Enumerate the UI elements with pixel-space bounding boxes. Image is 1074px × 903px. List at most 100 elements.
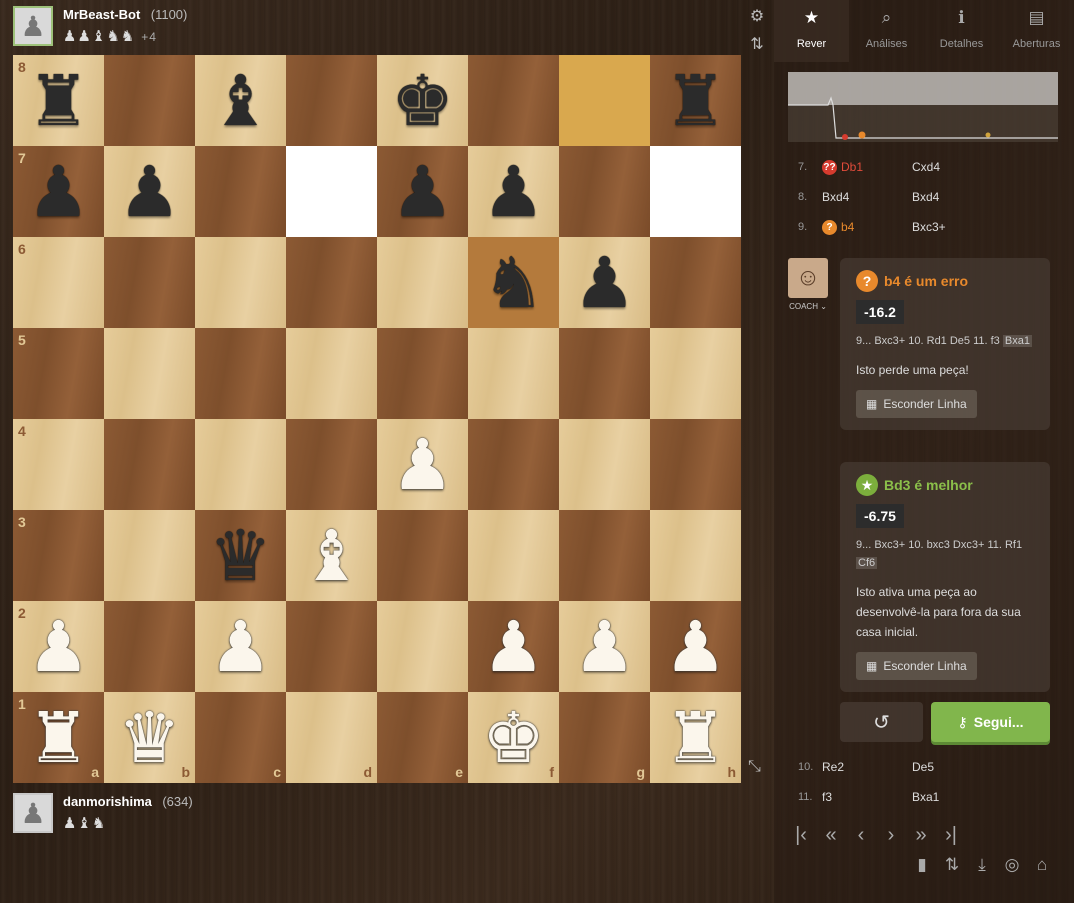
coach[interactable]: ☺ COACH ⌄ [788, 258, 828, 311]
download-icon[interactable]: ⤓ [971, 855, 993, 875]
square-e6[interactable] [377, 237, 468, 328]
opponent-name[interactable]: MrBeast-Bot [63, 7, 140, 22]
square-g6[interactable]: ♟ [559, 237, 650, 328]
rewind-icon[interactable]: « [820, 824, 842, 847]
square-g5[interactable] [559, 328, 650, 419]
square-a8[interactable]: 8 ♜ [13, 55, 104, 146]
square-d1[interactable]: d [286, 692, 377, 783]
black-pawn-icon[interactable]: ♟ [573, 248, 636, 318]
square-e3[interactable] [377, 510, 468, 601]
white-pawn-icon[interactable]: ♟ [27, 612, 90, 682]
white-rook-icon[interactable]: ♜ [27, 703, 90, 773]
tab-rever[interactable]: ★ Rever [774, 0, 849, 62]
square-h6[interactable] [650, 237, 741, 328]
player-avatar[interactable]: ♟ [13, 793, 53, 833]
opponent-avatar[interactable]: ♟ [13, 6, 53, 46]
square-c7[interactable] [195, 146, 286, 237]
white-pawn-icon[interactable]: ♟ [664, 612, 727, 682]
hide-line-button-best[interactable]: ▦ Esconder Linha [856, 652, 977, 680]
square-d8[interactable] [286, 55, 377, 146]
square-h2[interactable]: ♟ [650, 601, 741, 692]
gear-icon[interactable]: ⚙ [748, 6, 766, 26]
square-c6[interactable] [195, 237, 286, 328]
square-c2[interactable]: ♟ [195, 601, 286, 692]
white-queen-icon[interactable]: ♛ [118, 703, 181, 773]
next-move-icon[interactable]: › [880, 824, 902, 847]
tab-aberturas[interactable]: ▤ Aberturas [999, 0, 1074, 62]
square-b5[interactable] [104, 328, 195, 419]
square-b4[interactable] [104, 419, 195, 510]
black-pawn-icon[interactable]: ♟ [482, 157, 545, 227]
square-g8[interactable] [559, 55, 650, 146]
coach-label[interactable]: COACH ⌄ [788, 302, 828, 311]
black-pawn-icon[interactable]: ♟ [27, 157, 90, 227]
black-pawn-icon[interactable]: ♟ [391, 157, 454, 227]
square-d4[interactable] [286, 419, 377, 510]
square-h5[interactable] [650, 328, 741, 419]
black-move[interactable]: Cxd4 [912, 160, 1012, 174]
square-f1[interactable]: f ♚ [468, 692, 559, 783]
square-a3[interactable]: 3 [13, 510, 104, 601]
last-move-icon[interactable]: ›| [940, 824, 962, 847]
square-a2[interactable]: 2 ♟ [13, 601, 104, 692]
square-c5[interactable] [195, 328, 286, 419]
black-move[interactable]: De5 [912, 760, 1012, 774]
square-f6[interactable]: ♞ [468, 237, 559, 328]
white-pawn-icon[interactable]: ♟ [482, 612, 545, 682]
hide-line-button[interactable]: ▦ Esconder Linha [856, 390, 977, 418]
player-name[interactable]: danmorishima [63, 794, 152, 809]
white-pawn-icon[interactable]: ♟ [209, 612, 272, 682]
evaluation-graph[interactable] [788, 72, 1058, 142]
square-f3[interactable] [468, 510, 559, 601]
white-move[interactable]: Re2 [822, 760, 912, 774]
first-move-icon[interactable]: |‹ [790, 824, 812, 847]
bar-chart-icon[interactable]: ▮ [911, 855, 933, 875]
square-f2[interactable]: ♟ [468, 601, 559, 692]
white-bishop-icon[interactable]: ♝ [300, 521, 363, 591]
mistake-line[interactable]: 9... Bxc3+ 10. Rd1 De5 11. f3 Bxa1 [856, 332, 1034, 350]
square-g1[interactable]: g [559, 692, 650, 783]
flip-icon[interactable]: ⇅ [941, 855, 963, 875]
black-rook-icon[interactable]: ♜ [664, 66, 727, 136]
square-e1[interactable]: e [377, 692, 468, 783]
square-e7[interactable]: ♟ [377, 146, 468, 237]
square-g3[interactable] [559, 510, 650, 601]
square-b1[interactable]: b ♛ [104, 692, 195, 783]
tab-análises[interactable]: ⌕ Análises [849, 0, 924, 62]
library-icon[interactable]: ⌂ [1031, 855, 1053, 875]
square-e2[interactable] [377, 601, 468, 692]
square-d3[interactable]: ♝ [286, 510, 377, 601]
white-move[interactable]: ? b4 [822, 219, 912, 235]
black-bishop-icon[interactable]: ♝ [209, 66, 272, 136]
square-g7[interactable] [559, 146, 650, 237]
square-h7[interactable] [650, 146, 741, 237]
square-c1[interactable]: c [195, 692, 286, 783]
square-d7[interactable] [286, 146, 377, 237]
square-f8[interactable] [468, 55, 559, 146]
white-move[interactable]: Bxd4 [822, 190, 912, 204]
prev-move-icon[interactable]: ‹ [850, 824, 872, 847]
black-move[interactable]: Bxc3+ [912, 220, 1012, 234]
square-f7[interactable]: ♟ [468, 146, 559, 237]
retry-button[interactable]: ↺ [840, 702, 923, 742]
square-a5[interactable]: 5 [13, 328, 104, 419]
black-move[interactable]: Bxa1 [912, 790, 1012, 804]
best-line-hl[interactable]: Cf6 [856, 557, 878, 569]
square-a1[interactable]: 1 a ♜ [13, 692, 104, 783]
square-e5[interactable] [377, 328, 468, 419]
square-g2[interactable]: ♟ [559, 601, 650, 692]
black-king-icon[interactable]: ♚ [391, 66, 454, 136]
square-d2[interactable] [286, 601, 377, 692]
square-b2[interactable] [104, 601, 195, 692]
square-e8[interactable]: ♚ [377, 55, 468, 146]
white-move[interactable]: f3 [822, 790, 912, 804]
white-rook-icon[interactable]: ♜ [664, 703, 727, 773]
white-pawn-icon[interactable]: ♟ [573, 612, 636, 682]
fast-forward-icon[interactable]: » [910, 824, 932, 847]
square-c8[interactable]: ♝ [195, 55, 286, 146]
black-rook-icon[interactable]: ♜ [27, 66, 90, 136]
square-f5[interactable] [468, 328, 559, 419]
square-e4[interactable]: ♟ [377, 419, 468, 510]
black-queen-icon[interactable]: ♛ [209, 521, 272, 591]
square-b7[interactable]: ♟ [104, 146, 195, 237]
